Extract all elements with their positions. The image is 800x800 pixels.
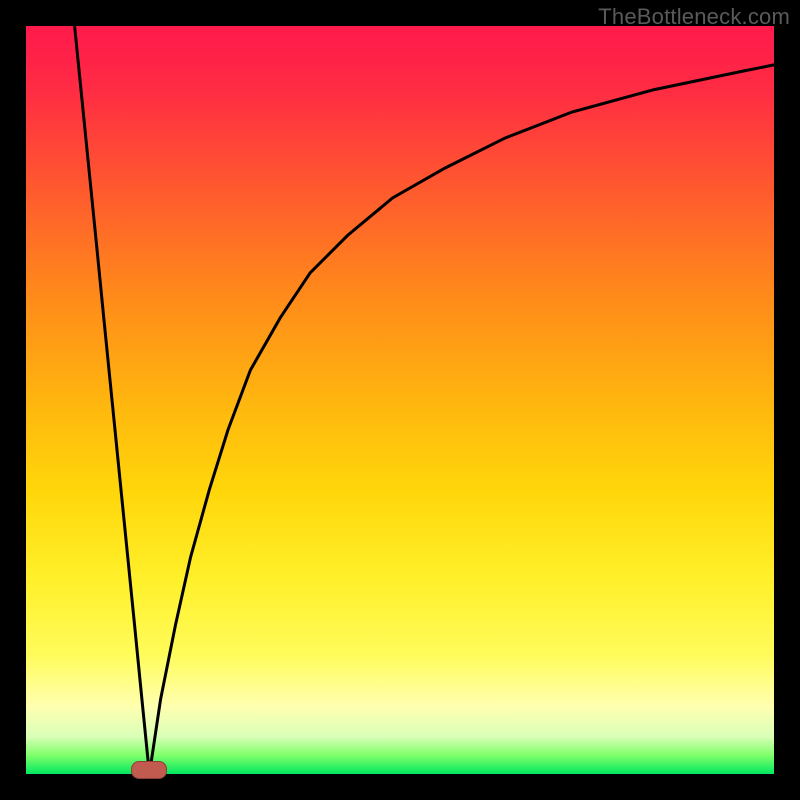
watermark-text: TheBottleneck.com <box>598 4 790 30</box>
curve-right-branch <box>149 65 774 774</box>
plot-area <box>26 26 774 774</box>
chart-frame: TheBottleneck.com <box>0 0 800 800</box>
curves-layer <box>26 26 774 774</box>
bottleneck-marker <box>131 761 167 779</box>
curve-left-branch <box>75 26 150 774</box>
